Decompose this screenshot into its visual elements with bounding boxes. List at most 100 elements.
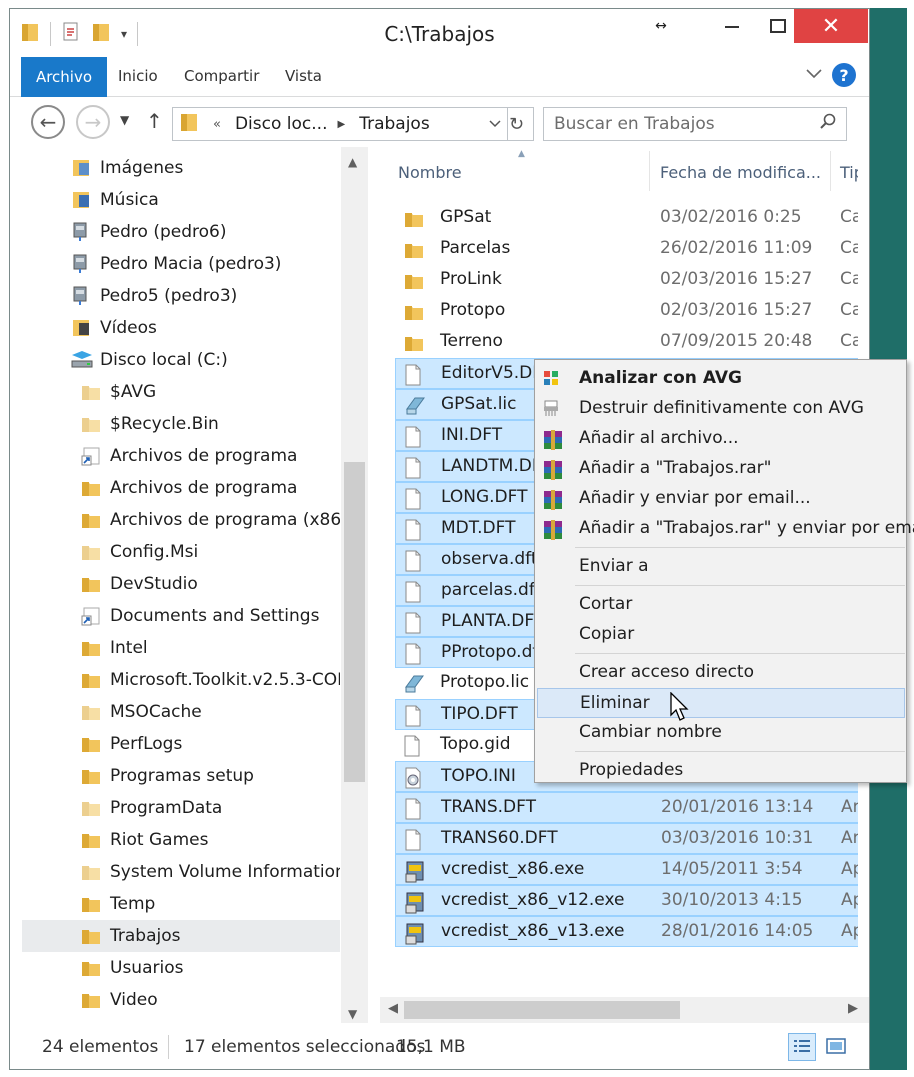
tree-item[interactable]: ProgramData — [80, 792, 222, 824]
file-type: Carpeta — [840, 300, 858, 320]
tree-scrollbar[interactable]: ▲ ▼ — [341, 147, 368, 1023]
menu-item[interactable]: Añadir a "Trabajos.rar" — [537, 454, 905, 484]
column-separator[interactable] — [830, 151, 831, 191]
address-segment-disco[interactable]: Disco loc... — [235, 114, 328, 134]
scrollbar-thumb[interactable] — [404, 1001, 680, 1019]
menu-item[interactable]: Cortar — [537, 590, 905, 620]
file-row[interactable]: TRANS60.DFT 03/03/2016 10:31 Archivo — [395, 823, 858, 854]
column-header-type[interactable]: Tipo — [840, 147, 858, 197]
scroll-left-icon[interactable]: ◀ — [388, 1001, 398, 1016]
scroll-down-icon[interactable]: ▼ — [348, 1007, 357, 1021]
search-icon[interactable] — [820, 113, 836, 134]
menu-item[interactable]: Analizar con AVG — [537, 364, 905, 394]
tree-item[interactable]: Documents and Settings — [80, 600, 319, 632]
tab-archivo[interactable]: Archivo — [21, 57, 107, 97]
navigation-pane[interactable]: Imágenes Música Pedro (pedro6) Pedro Macia … — [22, 147, 340, 1023]
tree-item[interactable]: Pedro5 (pedro3) — [70, 280, 237, 312]
address-bar[interactable]: « Disco loc... ▶ Trabajos — [172, 107, 508, 141]
file-row[interactable]: Terreno 07/09/2015 20:48 Carpeta — [395, 327, 858, 358]
tree-item[interactable]: Vídeos — [70, 312, 157, 344]
tree-item[interactable]: PerfLogs — [80, 728, 182, 760]
tree-item[interactable]: Disco local (C:) — [70, 344, 228, 376]
tree-item[interactable]: Usuarios — [80, 952, 183, 984]
column-header-name[interactable]: Nombre — [398, 147, 648, 197]
pane-splitter[interactable] — [369, 147, 377, 1023]
refresh-button[interactable]: ↻ — [500, 107, 534, 141]
file-row[interactable]: ProLink 02/03/2016 15:27 Carpeta — [395, 265, 858, 296]
address-segment-trabajos[interactable]: Trabajos — [359, 114, 429, 134]
tab-compartir[interactable]: Compartir — [184, 67, 259, 85]
tree-item[interactable]: Programas setup — [80, 760, 254, 792]
tree-item[interactable]: $Recycle.Bin — [80, 408, 219, 440]
tree-item[interactable]: Video — [80, 984, 158, 1016]
winrar-icon — [541, 458, 565, 487]
search-box[interactable]: Buscar en Trabajos — [543, 107, 847, 141]
minimize-button[interactable] — [710, 9, 754, 43]
chevron-right-icon[interactable]: ▶ — [337, 119, 345, 130]
tree-item[interactable]: Archivos de programa — [80, 472, 297, 504]
tree-item-label: $AVG — [110, 382, 157, 402]
address-overflow[interactable]: « — [213, 117, 221, 132]
file-name: GPSat.lic — [441, 394, 517, 414]
column-separator[interactable] — [649, 151, 650, 191]
recent-locations-icon[interactable]: ▼ — [120, 113, 129, 127]
menu-item[interactable]: Añadir y enviar por email... — [537, 484, 905, 514]
menu-item[interactable]: Destruir definitivamente con AVG — [537, 394, 905, 424]
tree-item-label: ProgramData — [110, 798, 223, 818]
tab-vista[interactable]: Vista — [285, 67, 322, 85]
menu-item[interactable]: Añadir al archivo... — [537, 424, 905, 454]
up-button[interactable]: ↑ — [146, 109, 163, 133]
file-type: Archivo — [841, 828, 858, 848]
file-row[interactable]: vcredist_x86_v13.exe 28/01/2016 14:05 Apli… — [395, 916, 858, 947]
tree-item[interactable]: Windows — [80, 1016, 186, 1023]
large-icons-view-button[interactable] — [822, 1033, 850, 1061]
file-row[interactable]: GPSat 03/02/2016 0:25 Carpeta — [395, 203, 858, 234]
file-row[interactable]: vcredist_x86.exe 14/05/2011 3:54 Aplicació… — [395, 854, 858, 885]
expand-ribbon-icon[interactable] — [806, 67, 822, 83]
scroll-right-icon[interactable]: ▶ — [848, 1001, 858, 1016]
horizontal-scrollbar[interactable]: ◀ ▶ — [380, 997, 869, 1023]
tree-item[interactable]: MSOCache — [80, 696, 202, 728]
folder-icon — [80, 989, 108, 1011]
tree-item[interactable]: Microsoft.Toolkit.v2.5.3-CODYQ — [80, 664, 340, 696]
tree-item[interactable]: Riot Games — [80, 824, 208, 856]
tree-item[interactable]: Temp — [80, 888, 155, 920]
tab-inicio[interactable]: Inicio — [118, 67, 158, 85]
menu-item[interactable]: Eliminar — [537, 688, 905, 718]
tree-item[interactable]: Config.Msi — [80, 536, 198, 568]
tree-item[interactable]: Pedro Macia (pedro3) — [70, 248, 281, 280]
column-header-date[interactable]: Fecha de modifica... — [660, 147, 830, 197]
tree-item[interactable]: Trabajos — [22, 920, 340, 952]
close-button[interactable]: ✕ — [794, 9, 868, 43]
scrollbar-thumb[interactable] — [344, 462, 365, 782]
menu-item[interactable]: Cambiar nombre — [537, 718, 905, 748]
back-button[interactable]: ← — [31, 105, 65, 139]
tree-item[interactable]: Imágenes — [70, 152, 183, 184]
menu-item[interactable]: Enviar a — [537, 552, 905, 582]
file-row[interactable]: Parcelas 26/02/2016 11:09 Carpeta — [395, 234, 858, 265]
tree-item-label: Video — [110, 990, 158, 1010]
tree-item[interactable]: Archivos de programa — [80, 440, 297, 472]
menu-item[interactable]: Añadir a "Trabajos.rar" y enviar por ema… — [537, 514, 914, 544]
tree-item[interactable]: DevStudio — [80, 568, 198, 600]
scroll-up-icon[interactable]: ▲ — [348, 155, 357, 169]
tree-item[interactable]: Archivos de programa (x86) — [80, 504, 340, 536]
file-name: parcelas.dft — [441, 580, 542, 600]
details-view-button[interactable] — [788, 1033, 816, 1061]
help-icon[interactable]: ? — [832, 63, 856, 87]
forward-button[interactable]: → — [76, 105, 110, 139]
search-input[interactable]: Buscar en Trabajos — [554, 114, 715, 134]
menu-item[interactable]: Propiedades — [537, 756, 905, 786]
tree-item[interactable]: Pedro (pedro6) — [70, 216, 226, 248]
tree-item[interactable]: System Volume Information — [80, 856, 340, 888]
file-name: Terreno — [440, 331, 503, 351]
file-row[interactable]: TRANS.DFT 20/01/2016 13:14 Archivo — [395, 792, 858, 823]
file-row[interactable]: vcredist_x86_v12.exe 30/10/2013 4:15 Aplic… — [395, 885, 858, 916]
tree-item[interactable]: Música — [70, 184, 159, 216]
tree-item[interactable]: $AVG — [80, 376, 156, 408]
file-row[interactable]: Protopo 02/03/2016 15:27 Carpeta — [395, 296, 858, 327]
tree-item[interactable]: Intel — [80, 632, 148, 664]
status-bar: 24 elementos 17 elementos seleccionados … — [10, 1025, 869, 1069]
menu-item[interactable]: Copiar — [537, 620, 905, 650]
menu-item[interactable]: Crear acceso directo — [537, 658, 905, 688]
